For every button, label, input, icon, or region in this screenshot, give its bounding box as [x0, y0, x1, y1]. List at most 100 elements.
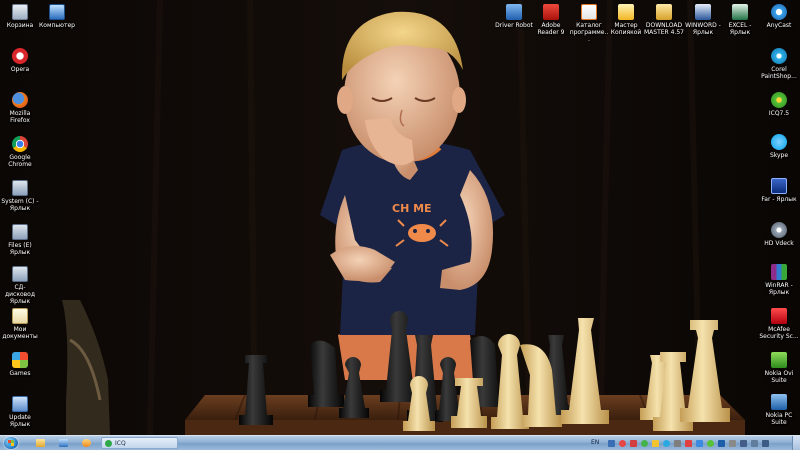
documents-icon [12, 308, 28, 324]
firefox-icon [12, 92, 28, 108]
excel-icon [732, 4, 748, 20]
language-indicator[interactable]: EN [591, 439, 599, 447]
desktop-icon-nokia-pc[interactable]: Nokia PC Suite [759, 394, 799, 426]
desktop-icon-label: WinRAR - Ярлык [765, 282, 793, 296]
desktop-icon-label: Corel PaintShop... [761, 66, 797, 80]
desktop-icon-label: Google Chrome [8, 154, 32, 168]
winword-icon [695, 4, 711, 20]
desktop-icon-mcafee[interactable]: McAfee Security Sc... [759, 308, 799, 340]
desktop-icon-far[interactable]: Far - Ярлык [759, 178, 799, 203]
desktop-icon-label: AnyCast [766, 22, 792, 29]
chess-child-photo: CH ME [0, 0, 800, 435]
winrar-icon [771, 264, 787, 280]
desktop-icon-driver-robot[interactable]: Driver Robot [494, 4, 534, 29]
skype-icon [771, 134, 787, 150]
show-desktop-button[interactable] [792, 436, 800, 450]
desktop-wallpaper: CH ME [0, 0, 800, 435]
desktop-icon-adobe-reader[interactable]: Adobe Reader 9 [531, 4, 571, 36]
folder-icon[interactable] [36, 439, 45, 447]
system-tray: EN [588, 437, 798, 449]
tray-icon-1[interactable] [608, 440, 615, 447]
taskbar: ICQ EN [0, 435, 800, 450]
anycast-icon [771, 4, 787, 20]
adobe-reader-icon [543, 4, 559, 20]
desktop-icon-chrome[interactable]: Google Chrome [0, 136, 40, 168]
cd-drive-icon [12, 266, 28, 282]
windows-logo-icon [8, 440, 14, 446]
recycle-bin-icon [12, 4, 28, 20]
desktop-icon-hdvdeck[interactable]: HD Vdeck [759, 222, 799, 247]
taskbar-window-label: ICQ [115, 440, 126, 447]
desktop-icon-update[interactable]: Update Ярлык [0, 396, 40, 428]
media-icon[interactable] [82, 439, 91, 447]
desktop-icon-label: Nokia PC Suite [765, 412, 793, 426]
desktop-icon-label: Корзина [6, 22, 34, 29]
corel-icon [771, 48, 787, 64]
desktop-icon-label: Far - Ярлык [761, 196, 797, 203]
tray-icon-11[interactable] [718, 440, 725, 447]
desktop-icon-label: Adobe Reader 9 [537, 22, 565, 36]
desktop-icon-label: Мастер Копиякой [610, 22, 642, 36]
desktop-icon-label: ICQ7.5 [768, 110, 790, 117]
desktop-icon-label: Nokia Ovi Suite [764, 370, 794, 384]
tray-icon-15[interactable] [762, 440, 769, 447]
chrome-icon [12, 136, 28, 152]
desktop-icon-corel[interactable]: Corel PaintShop... [759, 48, 799, 80]
desktop-icon-firefox[interactable]: Mozilla Firefox [0, 92, 40, 124]
tray-icon-3[interactable] [630, 440, 637, 447]
desktop-icon-excel[interactable]: EXCEL - Ярлык [720, 4, 760, 36]
desktop-icon-label: HD Vdeck [764, 240, 794, 247]
desktop-icon-skype[interactable]: Skype [759, 134, 799, 159]
desktop-icon-cd-drive[interactable]: СД-дисковод Ярлык [0, 266, 40, 305]
desktop-icon-nokia-ovi[interactable]: Nokia Ovi Suite [759, 352, 799, 384]
taskbar-window-icq[interactable]: ICQ [101, 437, 178, 449]
desktop-icon-label: System (C) - Ярлык [1, 198, 39, 212]
desktop-icon-label: Mozilla Firefox [9, 110, 31, 124]
desktop-icon-documents[interactable]: Мои документы [0, 308, 40, 340]
tray-icon-12[interactable] [729, 440, 736, 447]
desktop-icon-games[interactable]: Games [0, 352, 40, 377]
tray-icon-6[interactable] [663, 440, 670, 447]
tray-icon-9[interactable] [696, 440, 703, 447]
desktop-icon-label: Мои документы [2, 326, 38, 340]
desktop-icon-label: Files (E) Ярлык [8, 242, 32, 256]
desktop-icon-computer[interactable]: Компьютер [37, 4, 77, 29]
icq-icon [771, 92, 787, 108]
desktop-icon-label: EXCEL - Ярлык [728, 22, 752, 36]
tray-icon-2[interactable] [619, 440, 626, 447]
desktop-icon-drive-c[interactable]: System (C) - Ярлык [0, 180, 40, 212]
drive-e-icon [12, 224, 28, 240]
desktop-icon-winword[interactable]: WINWORD - Ярлык [683, 4, 723, 36]
far-icon [771, 178, 787, 194]
desktop-icon-wizard[interactable]: Мастер Копиякой [606, 4, 646, 36]
desktop-icon-icq[interactable]: ICQ7.5 [759, 92, 799, 117]
tray-icon-4[interactable] [641, 440, 648, 447]
nokia-ovi-icon [771, 352, 787, 368]
desktop-icon-label: Каталог программе... [569, 22, 609, 43]
start-button[interactable] [4, 437, 18, 449]
desktop-icon-winrar[interactable]: WinRAR - Ярлык [759, 264, 799, 296]
hdvdeck-icon [771, 222, 787, 238]
tray-icon-13[interactable] [740, 440, 747, 447]
opera-icon [12, 48, 28, 64]
desktop-icon-opera[interactable]: Opera [0, 48, 40, 73]
desktop-icon-anycast[interactable]: AnyCast [759, 4, 799, 29]
computer-icon [49, 4, 65, 20]
tray-icon-8[interactable] [685, 440, 692, 447]
explorer-icon[interactable] [59, 439, 68, 447]
wizard-icon [618, 4, 634, 20]
games-icon [12, 352, 28, 368]
driver-robot-icon [506, 4, 522, 20]
tray-icon-14[interactable] [751, 440, 758, 447]
desktop-icon-recycle-bin[interactable]: Корзина [0, 4, 40, 29]
desktop-icon-catalog[interactable]: Каталог программе... [569, 4, 609, 43]
tray-icon-5[interactable] [652, 440, 659, 447]
desktop-icon-label: СД-дисковод Ярлык [5, 284, 35, 305]
tray-icon-7[interactable] [674, 440, 681, 447]
desktop-icon-label: Skype [769, 152, 789, 159]
desktop-icon-label: Компьютер [39, 22, 75, 29]
desktop-icon-label: Opera [10, 66, 30, 73]
desktop-icon-download-master[interactable]: DOWNLOAD MASTER 4.57 [644, 4, 684, 36]
desktop-icon-drive-e[interactable]: Files (E) Ярлык [0, 224, 40, 256]
tray-icon-10[interactable] [707, 440, 714, 447]
